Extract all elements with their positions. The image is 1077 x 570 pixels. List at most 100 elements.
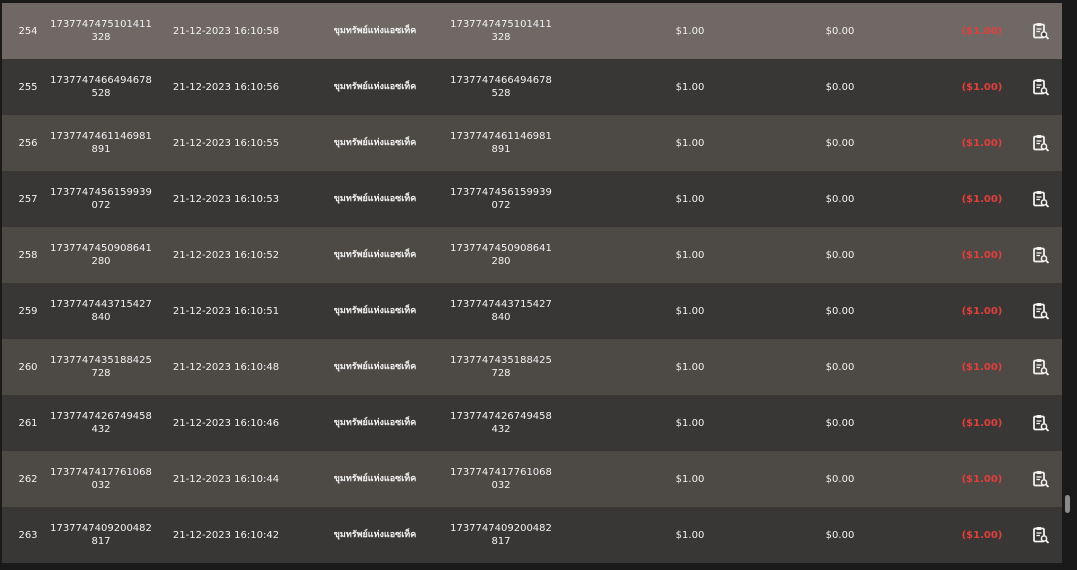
round-id: 1737747435188425728 [450,355,552,379]
bet-amount: $1.00 [675,473,705,485]
clipboard-search-icon[interactable] [1028,115,1054,171]
win-amount: $0.00 [825,473,855,485]
net-amount: ($1.00) [961,81,1003,93]
round-id: 1737747475101411328 [450,19,552,43]
clipboard-search-icon[interactable] [1028,395,1054,451]
transaction-id: 1737747409200482817 [50,523,152,547]
round-id: 1737747461146981891 [450,131,552,155]
win-amount: $0.00 [825,417,855,429]
row-number: 257 [18,193,38,205]
table-row[interactable]: 257 1737747456159939072 21-12-2023 16:10… [2,171,1062,227]
net-amount: ($1.00) [961,473,1003,485]
game-name: ขุมทรัพย์แห่งแอซเท็ค [333,81,417,92]
win-amount: $0.00 [825,81,855,93]
table-row[interactable]: 262 1737747417761068032 21-12-2023 16:10… [2,451,1062,507]
transaction-date: 21-12-2023 16:10:51 [172,305,280,317]
game-name: ขุมทรัพย์แห่งแอซเท็ค [333,193,417,204]
row-number: 256 [18,137,38,149]
game-name: ขุมทรัพย์แห่งแอซเท็ค [333,473,417,484]
clipboard-search-icon[interactable] [1028,3,1054,59]
transaction-id: 1737747443715427840 [50,299,152,323]
bet-history-table: 254 1737747475101411328 21-12-2023 16:10… [2,3,1062,563]
row-number: 260 [18,361,38,373]
net-amount: ($1.00) [961,529,1003,541]
table-row[interactable]: 256 1737747461146981891 21-12-2023 16:10… [2,115,1062,171]
round-id: 1737747466494678528 [450,75,552,99]
row-number: 261 [18,417,38,429]
net-amount: ($1.00) [961,249,1003,261]
clipboard-search-icon[interactable] [1028,451,1054,507]
win-amount: $0.00 [825,249,855,261]
net-amount: ($1.00) [961,25,1003,37]
bet-amount: $1.00 [675,417,705,429]
bet-amount: $1.00 [675,529,705,541]
bet-amount: $1.00 [675,361,705,373]
game-name: ขุมทรัพย์แห่งแอซเท็ค [333,417,417,428]
round-id: 1737747426749458432 [450,411,552,435]
transaction-date: 21-12-2023 16:10:53 [172,193,280,205]
round-id: 1737747417761068032 [450,467,552,491]
game-name: ขุมทรัพย์แห่งแอซเท็ค [333,25,417,36]
transaction-date: 21-12-2023 16:10:44 [172,473,280,485]
win-amount: $0.00 [825,25,855,37]
row-number: 259 [18,305,38,317]
row-number: 258 [18,249,38,261]
vertical-scrollbar[interactable] [1063,0,1077,570]
row-number: 262 [18,473,38,485]
net-amount: ($1.00) [961,193,1003,205]
table-row[interactable]: 263 1737747409200482817 21-12-2023 16:10… [2,507,1062,563]
game-name: ขุมทรัพย์แห่งแอซเท็ค [333,137,417,148]
win-amount: $0.00 [825,529,855,541]
bet-amount: $1.00 [675,193,705,205]
transaction-id: 1737747456159939072 [50,187,152,211]
win-amount: $0.00 [825,305,855,317]
bet-amount: $1.00 [675,137,705,149]
clipboard-search-icon[interactable] [1028,59,1054,115]
transaction-id: 1737747435188425728 [50,355,152,379]
bet-amount: $1.00 [675,81,705,93]
net-amount: ($1.00) [961,417,1003,429]
table-row[interactable]: 255 1737747466494678528 21-12-2023 16:10… [2,59,1062,115]
transaction-date: 21-12-2023 16:10:46 [172,417,280,429]
transaction-date: 21-12-2023 16:10:52 [172,249,280,261]
transaction-id: 1737747450908641280 [50,243,152,267]
round-id: 1737747456159939072 [450,187,552,211]
net-amount: ($1.00) [961,137,1003,149]
row-number: 255 [18,81,38,93]
transaction-date: 21-12-2023 16:10:42 [172,529,280,541]
game-name: ขุมทรัพย์แห่งแอซเท็ค [333,305,417,316]
transaction-id: 1737747461146981891 [50,131,152,155]
clipboard-search-icon[interactable] [1028,339,1054,395]
table-row[interactable]: 260 1737747435188425728 21-12-2023 16:10… [2,339,1062,395]
game-name: ขุมทรัพย์แห่งแอซเท็ค [333,529,417,540]
transaction-id: 1737747475101411328 [50,19,152,43]
clipboard-search-icon[interactable] [1028,227,1054,283]
net-amount: ($1.00) [961,361,1003,373]
clipboard-search-icon[interactable] [1028,283,1054,339]
game-name: ขุมทรัพย์แห่งแอซเท็ค [333,249,417,260]
table-row[interactable]: 259 1737747443715427840 21-12-2023 16:10… [2,283,1062,339]
history-view: 254 1737747475101411328 21-12-2023 16:10… [0,0,1077,570]
round-id: 1737747443715427840 [450,299,552,323]
transaction-date: 21-12-2023 16:10:48 [172,361,280,373]
row-number: 254 [18,25,38,37]
bet-amount: $1.00 [675,25,705,37]
clipboard-search-icon[interactable] [1028,171,1054,227]
game-name: ขุมทรัพย์แห่งแอซเท็ค [333,361,417,372]
net-amount: ($1.00) [961,305,1003,317]
bet-amount: $1.00 [675,249,705,261]
clipboard-search-icon[interactable] [1028,507,1054,563]
scrollbar-thumb[interactable] [1065,495,1070,513]
transaction-date: 21-12-2023 16:10:55 [172,137,280,149]
round-id: 1737747409200482817 [450,523,552,547]
table-row[interactable]: 254 1737747475101411328 21-12-2023 16:10… [2,3,1062,59]
table-row[interactable]: 261 1737747426749458432 21-12-2023 16:10… [2,395,1062,451]
win-amount: $0.00 [825,137,855,149]
win-amount: $0.00 [825,193,855,205]
transaction-id: 1737747426749458432 [50,411,152,435]
bet-amount: $1.00 [675,305,705,317]
transaction-id: 1737747417761068032 [50,467,152,491]
transaction-date: 21-12-2023 16:10:56 [172,81,280,93]
table-row[interactable]: 258 1737747450908641280 21-12-2023 16:10… [2,227,1062,283]
row-number: 263 [18,529,38,541]
